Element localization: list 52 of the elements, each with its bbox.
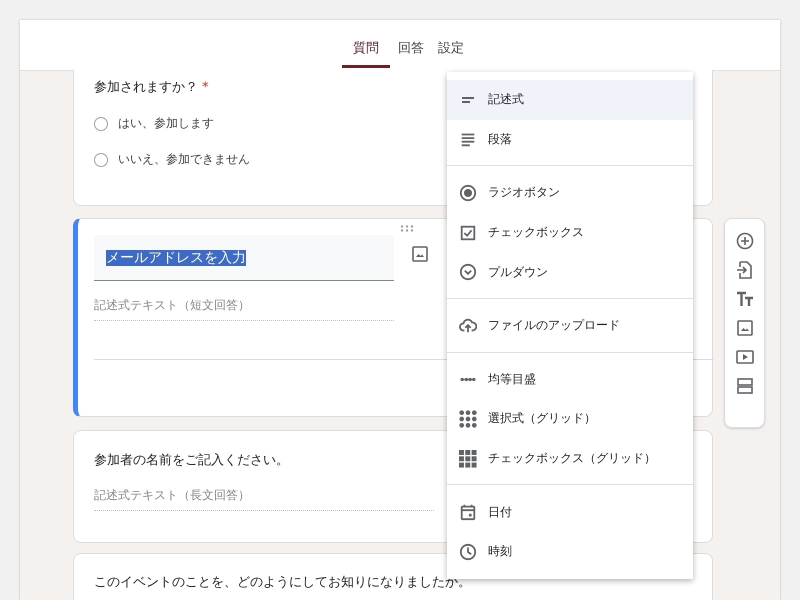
- image-icon[interactable]: [736, 319, 754, 337]
- menu-item[interactable]: 時刻: [447, 532, 693, 572]
- menu-item-label: 記述式: [488, 91, 524, 108]
- add-circle-icon[interactable]: [736, 232, 754, 250]
- video-icon[interactable]: [736, 348, 754, 366]
- image-icon[interactable]: [412, 246, 428, 262]
- menu-item-label: ラジオボタン: [488, 184, 560, 202]
- menu-item[interactable]: 日付: [447, 492, 693, 532]
- menu-item[interactable]: ファイルのアップロード: [447, 306, 693, 346]
- cloud-upload-icon: [459, 316, 477, 335]
- menu-item-label: 選択式（グリッド）: [488, 410, 596, 428]
- dotted-scale-icon: [459, 376, 477, 382]
- option-label: はい、参加します: [118, 115, 214, 132]
- dropdown-circle-icon: [459, 263, 477, 282]
- menu-item[interactable]: 記述式: [447, 80, 693, 120]
- title-text-icon[interactable]: [736, 290, 754, 308]
- menu-item-label: プルダウン: [488, 264, 548, 281]
- checkbox-icon: [459, 224, 477, 242]
- menu-item[interactable]: チェックボックス（グリッド）: [447, 438, 693, 478]
- menu-item-label: 日付: [488, 504, 512, 521]
- question-title: 参加者の名前をご記入ください。: [94, 452, 289, 469]
- menu-item-label: 時刻: [488, 543, 512, 560]
- drag-handle-icon[interactable]: [400, 225, 414, 232]
- menu-item[interactable]: 選択式（グリッド）: [447, 399, 693, 439]
- menu-item-label: チェックボックス: [488, 224, 584, 242]
- clock-icon: [459, 542, 477, 561]
- dot-grid-icon: [459, 410, 477, 428]
- menu-item[interactable]: 均等目盛: [447, 360, 693, 400]
- menu-item[interactable]: プルダウン: [447, 252, 693, 292]
- square-grid-icon: [459, 450, 477, 468]
- short-lines-icon: [461, 96, 475, 104]
- option-label: いいえ、参加できません: [118, 151, 250, 168]
- radio-button[interactable]: [94, 116, 108, 130]
- long-answer-field: 記述式テキスト（長文回答）: [94, 469, 434, 511]
- section-icon[interactable]: [736, 377, 754, 395]
- menu-item[interactable]: 段落: [447, 120, 693, 160]
- tab[interactable]: 回答: [392, 37, 430, 68]
- import-file-icon[interactable]: [736, 261, 754, 279]
- calendar-icon: [459, 503, 477, 522]
- short-answer-field: 記述式テキスト（短文回答）: [94, 281, 394, 321]
- radio-button[interactable]: [94, 152, 108, 166]
- menu-item-label: 段落: [488, 130, 512, 148]
- menu-item[interactable]: ラジオボタン: [447, 173, 693, 213]
- question-title-field[interactable]: メールアドレスを入力: [94, 235, 394, 281]
- menu-item-label: チェックボックス（グリッド）: [488, 450, 656, 468]
- required-asterisk: *: [202, 80, 208, 95]
- radio-icon: [459, 184, 477, 202]
- menu-item[interactable]: チェックボックス: [447, 212, 693, 252]
- menu-item-label: ファイルのアップロード: [488, 317, 620, 334]
- question-title: 参加されますか？ *: [94, 79, 208, 96]
- menu-item-label: 均等目盛: [488, 370, 536, 388]
- tab[interactable]: 設定: [432, 37, 470, 68]
